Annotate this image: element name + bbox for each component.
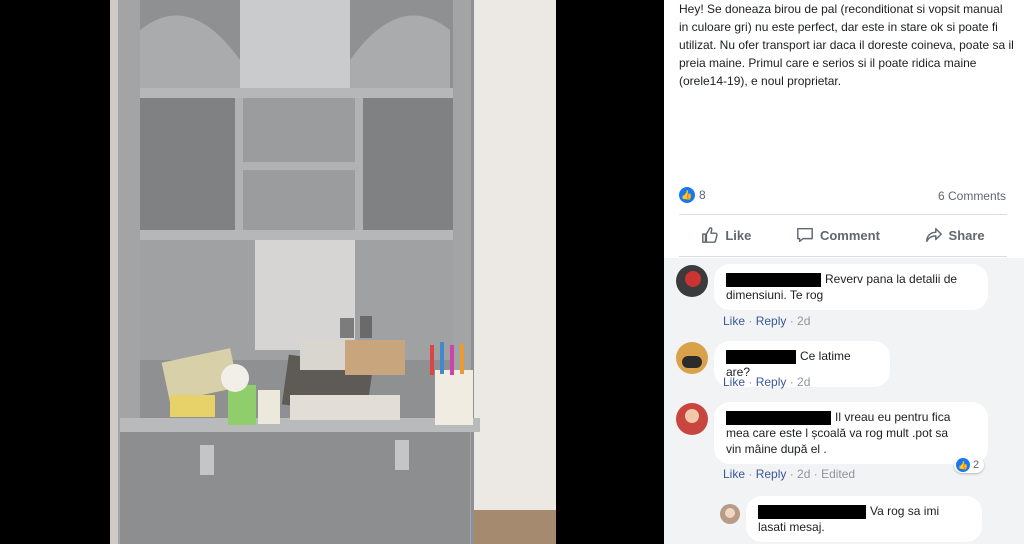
comment-bubble: Reverv pana la detalii de dimensiuni. Te…	[714, 264, 988, 310]
speech-bubble-icon	[797, 227, 813, 243]
comment-meta: Like · Reply · 2d	[723, 314, 811, 328]
comment-text-line: Va rog sa imi	[870, 504, 940, 518]
comment-item: Ce latime are? Like · Reply · 2d	[664, 336, 1024, 396]
share-button-label: Share	[948, 227, 985, 243]
post-action-bar: Like Comment Share	[679, 218, 1007, 252]
commenter-avatar[interactable]	[676, 403, 708, 435]
comment-timestamp[interactable]: 2d	[797, 314, 810, 328]
like-reaction-icon: 👍	[956, 458, 970, 472]
comment-text-line: Il vreau eu pentru fica	[835, 410, 951, 424]
comment-reply-link[interactable]: Reply	[756, 375, 787, 389]
comment-like-link[interactable]: Like	[723, 375, 745, 389]
comment-meta: Like · Reply · 2d · Edited	[723, 467, 856, 481]
comment-reply-link[interactable]: Reply	[756, 314, 787, 328]
comment-text-line: vin mâine după el .	[726, 442, 827, 456]
post-photo[interactable]	[110, 0, 556, 544]
facebook-photo-viewer: Hey! Se doneaza birou de pal (reconditio…	[0, 0, 1024, 544]
comment-like-link[interactable]: Like	[723, 314, 745, 328]
thumbs-up-icon	[702, 227, 719, 243]
redacted-name	[726, 272, 821, 287]
replier-avatar[interactable]	[720, 504, 740, 524]
like-button-label: Like	[725, 227, 752, 243]
redacted-name	[726, 349, 796, 364]
comment-button[interactable]: Comment	[796, 226, 880, 244]
divider-top	[679, 214, 1007, 215]
post-sidebar: Hey! Se doneaza birou de pal (reconditio…	[664, 0, 1024, 544]
comment-reply-link[interactable]: Reply	[756, 467, 787, 481]
comment-button-label: Comment	[819, 227, 880, 243]
comment-bubble: Il vreau eu pentru fica mea care este l …	[714, 402, 988, 464]
comment-timestamp[interactable]: 2d	[797, 467, 810, 481]
comments-list: Reverv pana la detalii de dimensiuni. Te…	[664, 258, 1024, 544]
edited-label[interactable]: Edited	[821, 467, 855, 481]
comment-like-link[interactable]: Like	[723, 467, 745, 481]
like-reaction-icon: 👍	[679, 187, 695, 203]
comment-count-link[interactable]: 6 Comments	[938, 189, 1006, 203]
comment-text-line: dimensiuni. Te rog	[726, 288, 824, 302]
share-button[interactable]: Share	[925, 226, 985, 244]
like-button[interactable]: Like	[701, 226, 751, 244]
desk-illustration	[118, 0, 480, 544]
reaction-summary[interactable]: 👍 8	[679, 187, 706, 203]
commenter-avatar[interactable]	[676, 265, 708, 297]
comment-text-line: mea care este l școală va rog mult .pot …	[726, 426, 949, 440]
comment-reaction-count[interactable]: 👍 2	[954, 457, 985, 473]
divider-bottom	[679, 256, 1007, 257]
reply-bubble: Va rog sa imi lasati mesaj.	[746, 496, 982, 542]
comment-text-line: Reverv pana la detalii de	[825, 272, 958, 286]
comment-meta: Like · Reply · 2d	[723, 375, 811, 389]
like-count: 8	[699, 188, 706, 202]
comment-item: Reverv pana la detalii de dimensiuni. Te…	[664, 258, 1024, 336]
comment-timestamp[interactable]: 2d	[797, 375, 810, 389]
commenter-avatar[interactable]	[676, 342, 708, 374]
comment-item: Il vreau eu pentru fica mea care este l …	[664, 396, 1024, 488]
redacted-name	[758, 504, 866, 519]
comment-text-line: lasati mesaj.	[758, 520, 825, 534]
post-text: Hey! Se doneaza birou de pal (reconditio…	[679, 2, 1014, 88]
redacted-name	[726, 410, 831, 425]
reply-item: Va rog sa imi lasati mesaj.	[664, 494, 1024, 544]
share-arrow-icon	[925, 227, 942, 243]
